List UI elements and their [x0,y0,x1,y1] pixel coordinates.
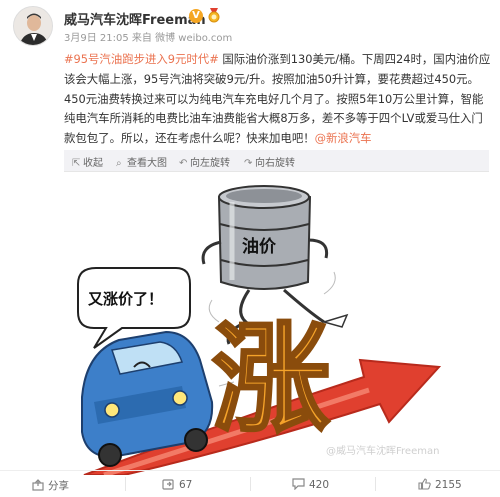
username[interactable]: 威马汽车沈晖Freeman [64,9,206,28]
speech-bubble-text: 又涨价了！ [88,290,163,308]
rotate-left-icon: ↶ [179,158,188,169]
post-header: 威马汽车沈晖Freeman V 3月9日 21:05 来自 微博 weibo.c… [0,0,500,50]
collapse-button[interactable]: ⇱ 收起 [72,154,103,169]
comment-button[interactable]: 420 [292,478,329,491]
medal-icon[interactable] [206,7,222,23]
user-avatar[interactable] [13,6,53,46]
rotate-left-button[interactable]: ↶ 向左旋转 [179,154,230,169]
collapse-label: 收起 [83,158,103,169]
action-divider [250,477,251,491]
collapse-arrow-icon: ⇱ [72,158,81,169]
rotate-left-label: 向左旋转 [190,158,230,169]
hashtag-link[interactable]: #95号汽油跑步进入9元时代# [64,52,219,66]
repost-icon [162,479,174,490]
rotate-right-label: 向右旋转 [255,158,295,169]
post-timestamp[interactable]: 3月9日 21:05 [64,33,129,44]
action-divider [125,477,126,491]
repost-count: 67 [179,479,193,491]
view-large-label: 查看大图 [127,158,167,169]
verified-badge-icon: V [189,9,203,23]
post-meta: 3月9日 21:05 来自 微博 weibo.com [64,29,232,44]
rotate-right-button[interactable]: ↷ 向右旋转 [244,154,295,169]
action-bar: 分享 67 420 2155 [0,470,500,497]
post-image[interactable]: ⇱ 收起 ⌕ 查看大图 ↶ 向左旋转 ↷ 向右旋转 油价 涨 又涨价了！ @威马… [64,150,489,475]
post-source: 来自 微博 weibo.com [131,33,233,44]
oil-price-cartoon: 油价 涨 又涨价了！ @威马汽车沈晖Freeman [64,172,489,475]
barrel-label: 油价 [242,236,277,257]
like-count: 2155 [435,479,462,491]
share-icon [32,479,44,491]
post-body: #95号汽油跑步进入9元时代# 国际油价涨到130美元/桶。下周四24时，国内油… [64,50,492,149]
repost-button[interactable]: 67 [162,478,192,491]
comment-icon [292,478,305,491]
person-avatar-icon [14,7,52,45]
thumbs-up-icon [418,478,431,490]
mention-link[interactable]: @新浪汽车 [315,131,372,145]
blue-car [81,330,214,467]
share-button[interactable]: 分享 [32,478,69,493]
rotate-right-icon: ↷ [244,158,253,169]
rise-character: 涨 [212,310,330,448]
image-watermark: @威马汽车沈晖Freeman [326,444,439,457]
view-large-button[interactable]: ⌕ 查看大图 [116,154,167,169]
action-divider [375,477,376,491]
comment-count: 420 [309,479,330,491]
like-button[interactable]: 2155 [418,478,462,491]
magnifier-icon: ⌕ [116,158,122,169]
image-toolbar: ⇱ 收起 ⌕ 查看大图 ↶ 向左旋转 ↷ 向右旋转 [64,150,489,172]
share-label: 分享 [48,480,69,492]
